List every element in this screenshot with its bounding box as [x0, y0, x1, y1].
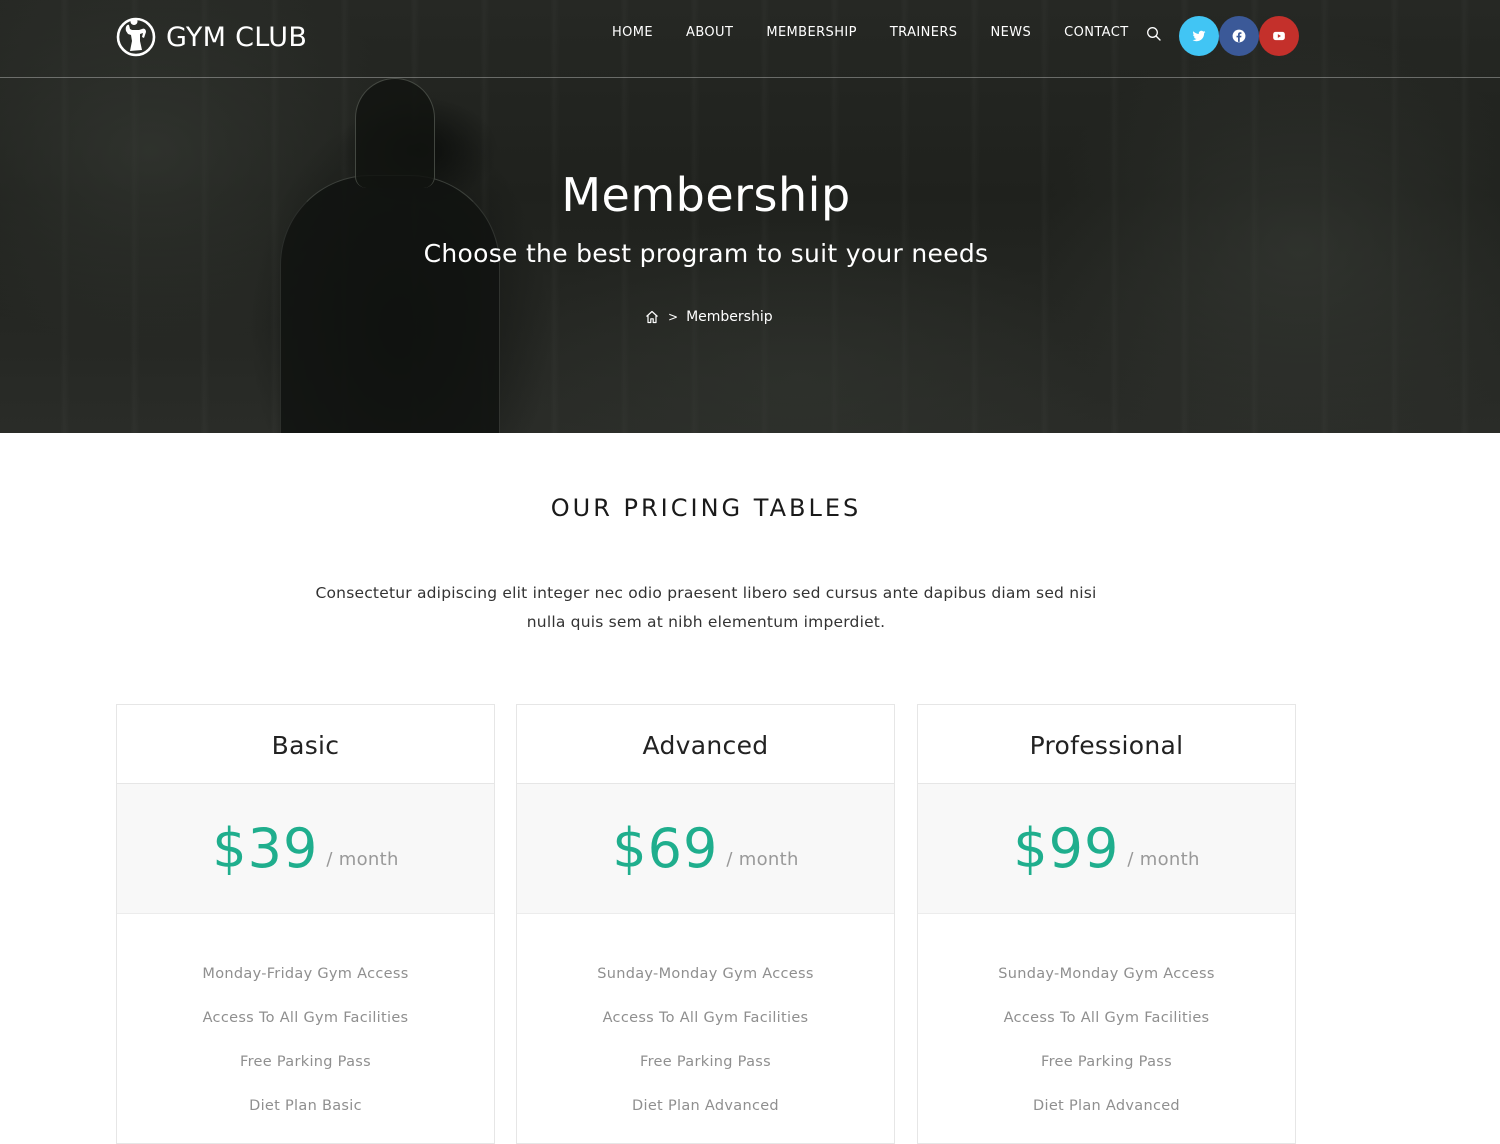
- breadcrumb-current: Membership: [686, 309, 773, 325]
- nav-item-home[interactable]: HOME: [612, 25, 653, 40]
- pricing-card-price: $69 / month: [517, 784, 894, 914]
- plan-feature: Diet Plan Advanced: [1033, 1098, 1180, 1114]
- nav-item-trainers[interactable]: TRAINERS: [890, 25, 958, 40]
- plan-feature: Free Parking Pass: [240, 1054, 371, 1070]
- pricing-card-header: Basic: [117, 705, 494, 784]
- plan-period: / month: [726, 849, 799, 870]
- page-hero: GYM CLUB HOME ABOUT MEMBERSHIP TRAINERS …: [0, 0, 1500, 433]
- site-header: GYM CLUB HOME ABOUT MEMBERSHIP TRAINERS …: [0, 0, 1500, 78]
- youtube-button[interactable]: [1259, 16, 1299, 56]
- nav-item-about[interactable]: ABOUT: [686, 25, 733, 40]
- plan-feature: Free Parking Pass: [1041, 1054, 1172, 1070]
- plan-period: / month: [1127, 849, 1200, 870]
- site-logo[interactable]: GYM CLUB: [116, 17, 307, 57]
- plan-price: $99: [1013, 817, 1120, 880]
- nav-item-news[interactable]: NEWS: [990, 25, 1031, 40]
- youtube-icon: [1273, 31, 1285, 41]
- twitter-button[interactable]: [1179, 16, 1219, 56]
- pricing-card-advanced: Advanced $69 / month Sunday-Monday Gym A…: [516, 704, 895, 1144]
- site-logo-text: GYM CLUB: [166, 21, 308, 53]
- plan-feature: Free Parking Pass: [640, 1054, 771, 1070]
- plan-price: $69: [612, 817, 719, 880]
- pricing-card-basic: Basic $39 / month Monday-Friday Gym Acce…: [116, 704, 495, 1144]
- breadcrumb-separator: >: [668, 310, 679, 324]
- pricing-section-description: Consectetur adipiscing elit integer nec …: [315, 584, 1097, 631]
- plan-feature: Sunday-Monday Gym Access: [597, 966, 814, 982]
- facebook-button[interactable]: [1219, 16, 1259, 56]
- pricing-card-header: Advanced: [517, 705, 894, 784]
- twitter-icon: [1192, 30, 1206, 42]
- pricing-card-professional: Professional $99 / month Sunday-Monday G…: [917, 704, 1296, 1144]
- plan-feature: Access To All Gym Facilities: [202, 1010, 409, 1026]
- pricing-card-header: Professional: [918, 705, 1295, 784]
- bodybuilder-icon: [116, 17, 156, 57]
- plan-name: Professional: [1029, 730, 1184, 760]
- breadcrumb: > Membership: [644, 309, 773, 325]
- page-title: Membership: [561, 168, 851, 222]
- plan-feature: Access To All Gym Facilities: [1003, 1010, 1210, 1026]
- plan-feature: Diet Plan Basic: [249, 1098, 362, 1114]
- nav-item-contact[interactable]: CONTACT: [1064, 25, 1128, 40]
- pricing-card-price: $99 / month: [918, 784, 1295, 914]
- plan-features: Monday-Friday Gym Access Access To All G…: [117, 914, 494, 1142]
- main-nav: HOME ABOUT MEMBERSHIP TRAINERS NEWS CONT…: [612, 25, 1162, 40]
- plan-feature: Sunday-Monday Gym Access: [998, 966, 1215, 982]
- page-subtitle: Choose the best program to suit your nee…: [423, 239, 989, 268]
- search-icon[interactable]: [1146, 26, 1162, 42]
- pricing-section-title: OUR PRICING TABLES: [550, 494, 862, 522]
- pricing-card-price: $39 / month: [117, 784, 494, 914]
- plan-features: Sunday-Monday Gym Access Access To All G…: [517, 914, 894, 1142]
- plan-features: Sunday-Monday Gym Access Access To All G…: [918, 914, 1295, 1142]
- home-icon[interactable]: [644, 309, 660, 325]
- plan-period: / month: [326, 849, 399, 870]
- plan-feature: Access To All Gym Facilities: [602, 1010, 809, 1026]
- nav-item-membership[interactable]: MEMBERSHIP: [766, 25, 857, 40]
- plan-name: Advanced: [642, 730, 769, 760]
- plan-feature: Monday-Friday Gym Access: [202, 966, 409, 982]
- facebook-icon: [1232, 29, 1246, 43]
- social-links: [1179, 16, 1299, 56]
- plan-feature: Diet Plan Advanced: [632, 1098, 779, 1114]
- plan-name: Basic: [271, 730, 340, 760]
- plan-price: $39: [212, 817, 319, 880]
